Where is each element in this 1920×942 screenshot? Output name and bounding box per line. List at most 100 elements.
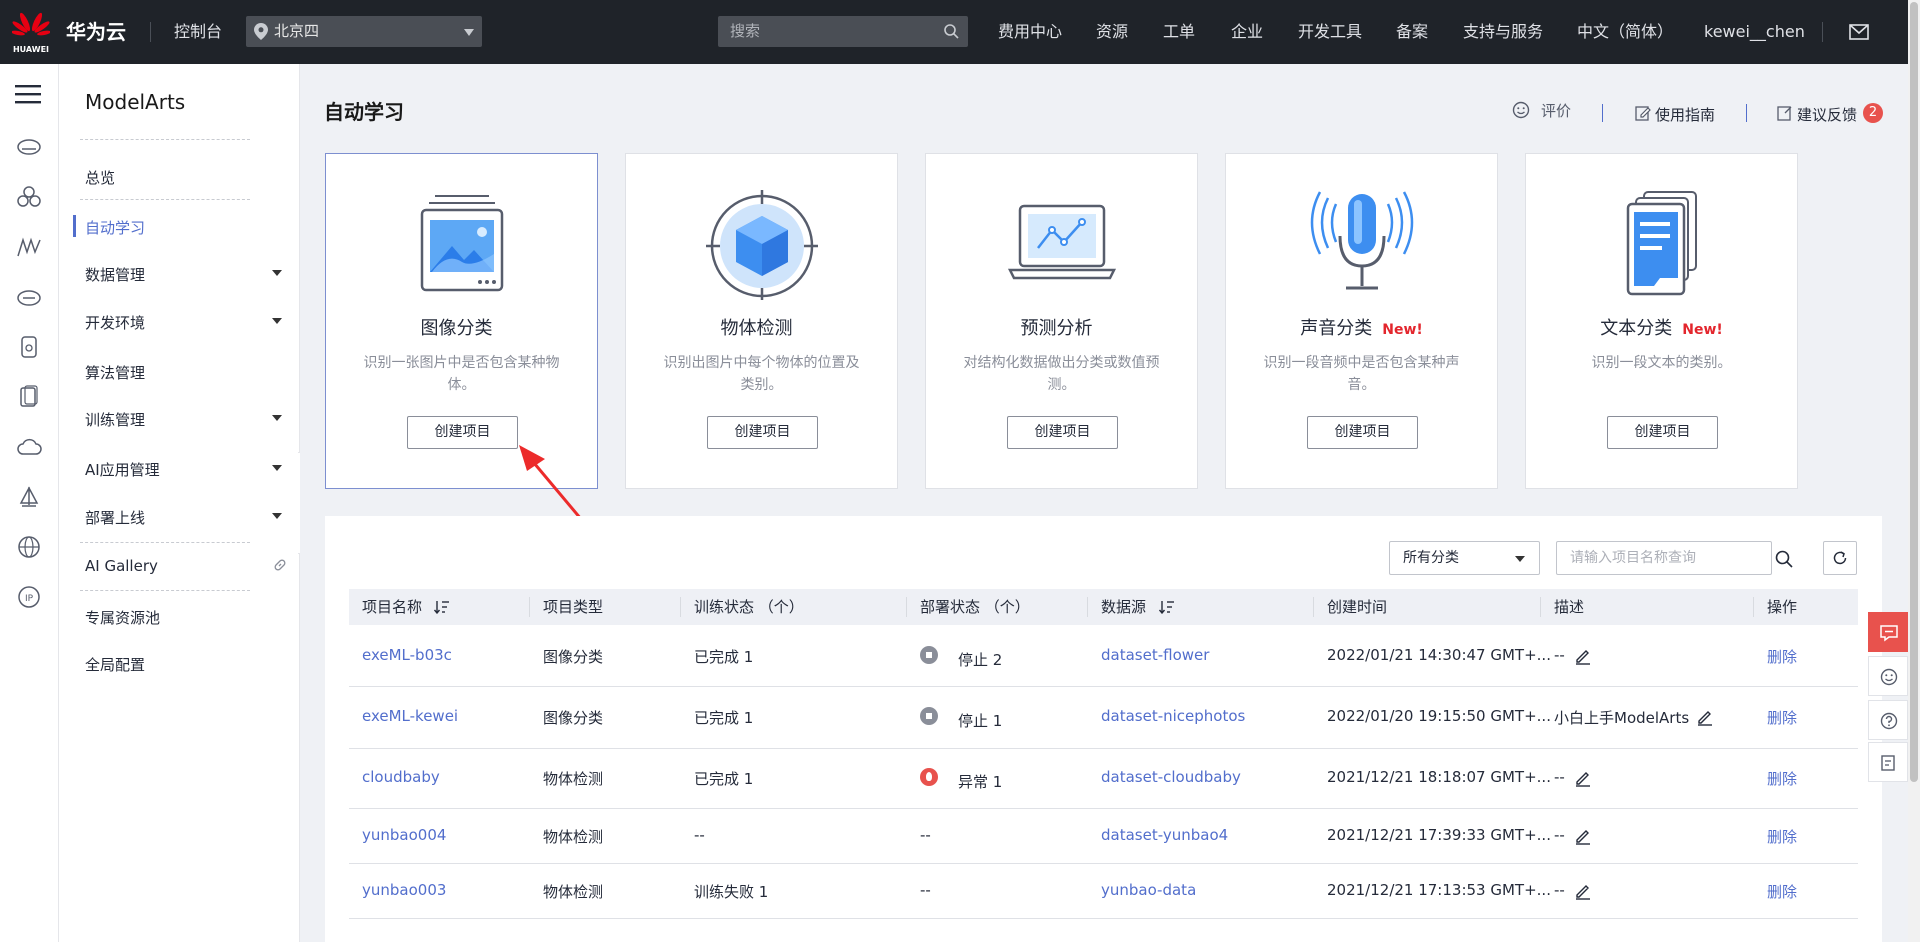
project-search-field[interactable]: 请输入项目名称查询 [1556, 541, 1793, 575]
cloud-storage-icon[interactable] [16, 284, 42, 310]
refresh-button[interactable] [1823, 541, 1857, 575]
chevron-down-icon[interactable] [272, 270, 282, 276]
page-scrollbar[interactable] [1908, 0, 1920, 942]
card-object-detection[interactable]: 物体检测 识别出图片中每个物体的位置及类别。 创建项目 [625, 153, 898, 489]
project-name-link[interactable]: exeML-kewei [362, 707, 458, 725]
page-title: 自动学习 [324, 100, 404, 124]
elastic-ip-icon[interactable]: IP [16, 584, 42, 610]
create-project-button[interactable]: 创建项目 [407, 416, 518, 449]
create-project-button[interactable]: 创建项目 [1307, 416, 1418, 449]
menu-resources[interactable]: 资源 [1096, 0, 1128, 64]
sail-icon[interactable] [16, 484, 42, 510]
data-source-link[interactable]: dataset-nicephotos [1101, 707, 1245, 725]
project-name-link[interactable]: yunbao004 [362, 826, 446, 844]
feedback-count-badge: 2 [1863, 103, 1883, 123]
project-name-link[interactable]: exeML-b03c [362, 646, 452, 664]
delete-link[interactable]: 删除 [1767, 707, 1797, 728]
search-icon[interactable] [1775, 550, 1793, 568]
location-pin-icon [254, 23, 268, 40]
menu-support[interactable]: 支持与服务 [1463, 0, 1543, 64]
column-header-project-name[interactable]: 项目名称 [362, 589, 422, 625]
data-source-link[interactable]: dataset-yunbao4 [1101, 826, 1228, 844]
sidebar-item-ai-app-management[interactable]: AI应用管理 [85, 459, 160, 480]
sidebar-item-auto-learning[interactable]: 自动学习 [85, 217, 145, 238]
edit-pencil-icon[interactable] [1696, 708, 1714, 726]
scrollbar-thumb[interactable] [1910, 2, 1918, 782]
card-image-classification[interactable]: 图像分类 识别一张图片中是否包含某种物体。 创建项目 [325, 153, 598, 489]
edit-pencil-icon[interactable] [1574, 647, 1592, 665]
sidebar-item-global-config[interactable]: 全局配置 [85, 654, 145, 675]
training-status-cell: 已完成 1 [694, 770, 754, 788]
create-project-button[interactable]: 创建项目 [1007, 416, 1118, 449]
column-header-data-source[interactable]: 数据源 [1101, 589, 1146, 625]
chevron-down-icon[interactable] [272, 318, 282, 324]
data-source-link[interactable]: dataset-cloudbaby [1101, 768, 1241, 786]
delete-link[interactable]: 删除 [1767, 768, 1797, 789]
category-filter-select[interactable]: 所有分类 [1389, 541, 1540, 575]
menu-filing[interactable]: 备案 [1396, 0, 1428, 64]
create-project-button[interactable]: 创建项目 [707, 416, 818, 449]
menu-tickets[interactable]: 工单 [1163, 0, 1195, 64]
menu-language[interactable]: 中文（简体） [1577, 0, 1673, 64]
card-text-classification[interactable]: 文本分类 New! 识别一段文本的类别。 创建项目 [1525, 153, 1798, 489]
project-search-input[interactable]: 请输入项目名称查询 [1570, 542, 1696, 574]
cloud-icon[interactable] [16, 434, 42, 460]
sidebar-item-dedicated-pool[interactable]: 专属资源池 [85, 607, 160, 628]
sidebar-item-algorithm-management[interactable]: 算法管理 [85, 362, 145, 383]
cloud-server-icon[interactable] [16, 134, 42, 160]
sidebar-item-deployment[interactable]: 部署上线 [85, 507, 145, 528]
console-link[interactable]: 控制台 [174, 0, 222, 64]
delete-link[interactable]: 删除 [1767, 646, 1797, 667]
help-icon [1880, 712, 1898, 730]
card-sound-classification[interactable]: 声音分类 New! 识别一段音频中是否包含某种声音。 创建项目 [1225, 153, 1498, 489]
usage-guide-label: 使用指南 [1655, 106, 1716, 124]
sort-icon[interactable] [1159, 600, 1175, 614]
hamburger-menu-icon[interactable] [15, 84, 41, 104]
container-icon[interactable] [16, 334, 42, 360]
predictive-analysis-icon [1007, 204, 1117, 280]
modelarts-icon[interactable] [16, 234, 42, 260]
globe-icon[interactable] [16, 534, 42, 560]
create-project-button[interactable]: 创建项目 [1607, 416, 1718, 449]
menu-enterprise[interactable]: 企业 [1231, 0, 1263, 64]
sidebar-item-overview[interactable]: 总览 [85, 167, 115, 188]
chevron-down-icon[interactable] [272, 465, 282, 471]
sidebar-item-ai-gallery[interactable]: AI Gallery [85, 557, 158, 575]
brand-name[interactable]: 华为云 [66, 0, 126, 64]
delete-link[interactable]: 删除 [1767, 881, 1797, 902]
floating-help-button[interactable] [1868, 700, 1908, 740]
sidebar-item-data-management[interactable]: 数据管理 [85, 264, 145, 285]
project-name-link[interactable]: yunbao003 [362, 881, 446, 899]
global-search-field[interactable]: 搜索 [718, 16, 968, 47]
chevron-down-icon[interactable] [272, 415, 282, 421]
chevron-down-icon[interactable] [272, 513, 282, 519]
sidebar-item-training-management[interactable]: 训练管理 [85, 409, 145, 430]
menu-billing-center[interactable]: 费用中心 [998, 0, 1062, 64]
delete-link[interactable]: 删除 [1767, 826, 1797, 847]
menu-dev-tools[interactable]: 开发工具 [1298, 0, 1362, 64]
data-source-link[interactable]: dataset-flower [1101, 646, 1209, 664]
sidebar-item-dev-environment[interactable]: 开发环境 [85, 312, 145, 333]
table-row: exeML-kewei 图像分类 已完成 1 停止 1 dataset-nicephot… [349, 686, 1858, 749]
region-selector[interactable]: 北京四 [246, 16, 482, 47]
edit-pencil-icon[interactable] [1574, 882, 1592, 900]
project-name-link[interactable]: cloudbaby [362, 768, 440, 786]
floating-feedback-button[interactable] [1868, 742, 1908, 782]
data-source-link[interactable]: yunbao-data [1101, 881, 1196, 899]
floating-smiley-button[interactable] [1868, 656, 1908, 696]
menu-user-account[interactable]: kewei__chen [1704, 0, 1805, 64]
floating-chat-button[interactable] [1868, 612, 1908, 652]
search-icon[interactable] [944, 24, 959, 39]
edit-pencil-icon[interactable] [1574, 769, 1592, 787]
huawei-logo[interactable]: HUAWEI [11, 10, 51, 54]
external-link-icon[interactable] [273, 558, 287, 572]
cluster-icon[interactable] [16, 184, 42, 210]
sort-icon[interactable] [434, 600, 450, 614]
project-type-cell: 图像分类 [543, 648, 604, 666]
global-search-input[interactable]: 搜索 [730, 16, 760, 47]
mail-icon[interactable] [1849, 24, 1869, 40]
card-predictive-analysis[interactable]: 预测分析 对结构化数据做出分类或数值预测。 创建项目 [925, 153, 1198, 489]
description-cell: 小白上手ModelArts [1554, 709, 1690, 727]
edit-pencil-icon[interactable] [1574, 827, 1592, 845]
database-icon[interactable] [16, 384, 42, 410]
